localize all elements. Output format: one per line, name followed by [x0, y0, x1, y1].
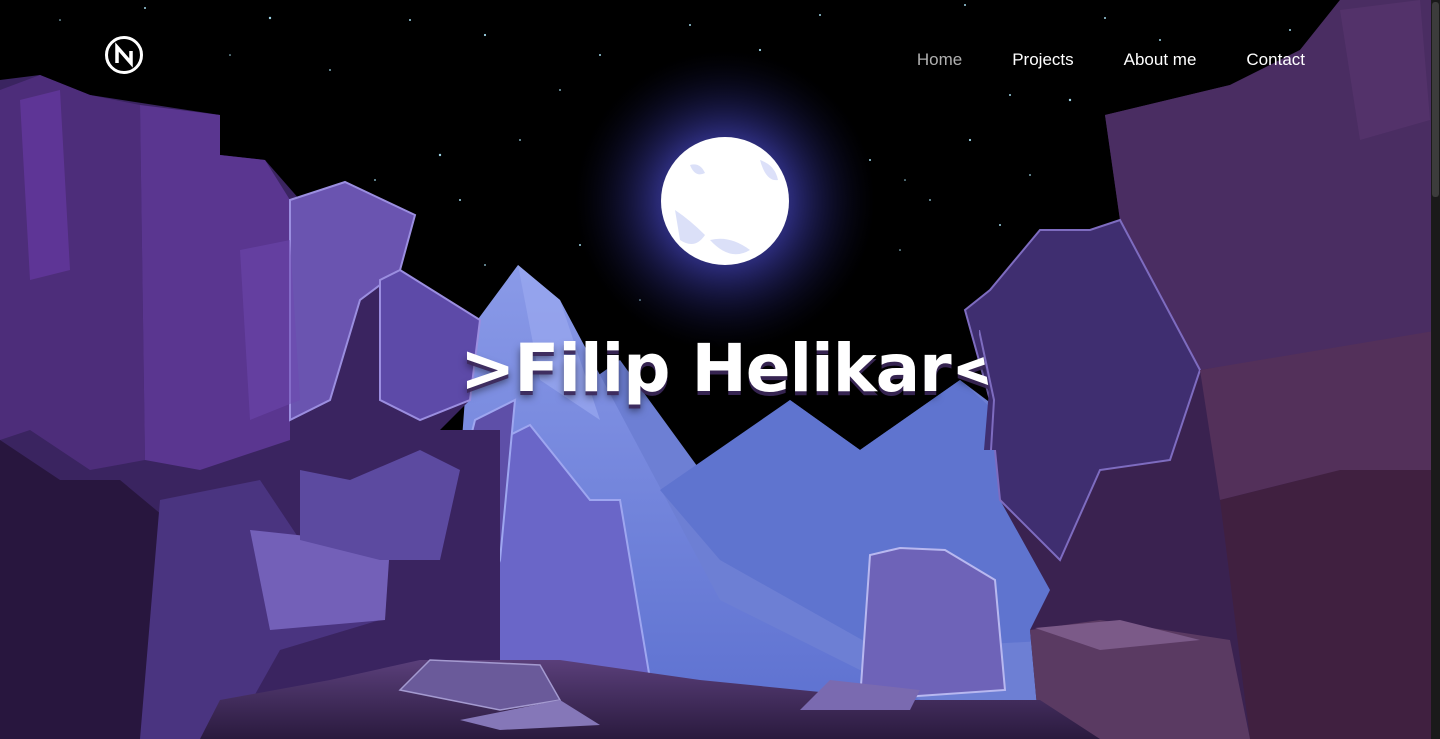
nav-item-about-me[interactable]: About me — [1124, 50, 1197, 70]
scrollbar-thumb[interactable] — [1432, 2, 1439, 197]
n-logo-icon — [105, 36, 143, 74]
main-nav: Home Projects About me Contact — [867, 50, 1305, 70]
nav-item-contact[interactable]: Contact — [1246, 50, 1305, 70]
page-scrollbar[interactable] — [1431, 0, 1440, 739]
site-logo-link[interactable] — [104, 35, 144, 75]
hero-background-illustration — [0, 0, 1440, 739]
nav-item-projects[interactable]: Projects — [1012, 50, 1073, 70]
nav-item-home[interactable]: Home — [917, 50, 962, 70]
